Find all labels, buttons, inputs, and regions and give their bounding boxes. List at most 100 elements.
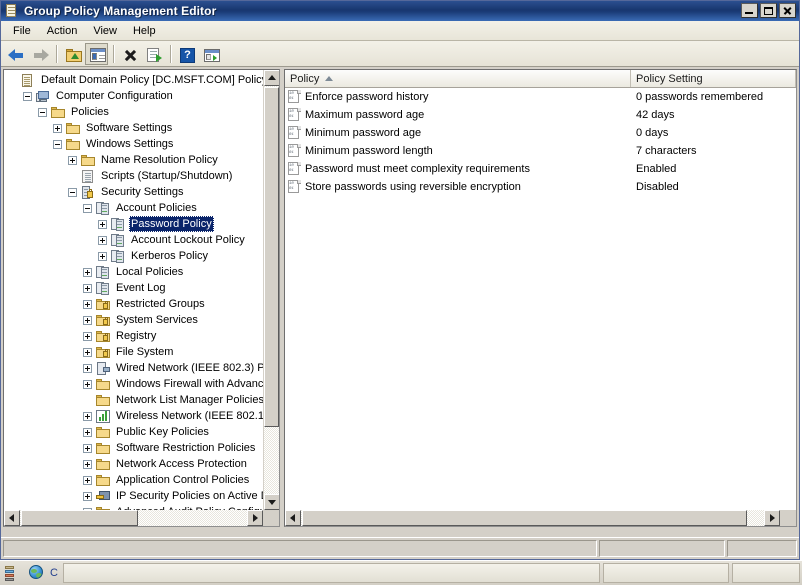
show-hide-console-tree-button[interactable] xyxy=(85,43,108,65)
tree-item[interactable]: Application Control Policies xyxy=(4,472,263,488)
tree-item[interactable]: Wireless Network (IEEE 802.11) Policies xyxy=(4,408,263,424)
tree-item[interactable]: IP Security Policies on Active Directory… xyxy=(4,488,263,504)
expand-plus-icon[interactable] xyxy=(83,268,92,277)
tree-item[interactable]: Security Settings xyxy=(4,184,263,200)
show-desktop-icon[interactable] xyxy=(5,564,23,582)
list-hscroll-thumb[interactable] xyxy=(302,510,747,526)
expand-plus-icon[interactable] xyxy=(98,236,107,245)
menu-view[interactable]: View xyxy=(85,23,125,39)
expand-plus-icon[interactable] xyxy=(83,460,92,469)
tree-item[interactable]: Scripts (Startup/Shutdown) xyxy=(4,168,263,184)
delete-x-icon xyxy=(119,44,140,64)
policy-row[interactable]: 1001Store passwords using reversible enc… xyxy=(285,178,796,196)
maximize-button[interactable] xyxy=(760,3,777,18)
tree-scroll-down-button[interactable] xyxy=(264,494,280,510)
tree-item[interactable]: Wired Network (IEEE 802.3) Policies xyxy=(4,360,263,376)
minimize-button[interactable] xyxy=(741,3,758,18)
tree-vscroll-thumb[interactable] xyxy=(264,87,279,427)
question-mark-icon: ? xyxy=(180,48,195,63)
collapse-minus-icon[interactable] xyxy=(38,108,47,117)
folder-icon xyxy=(65,121,81,136)
tree-item[interactable]: Policies xyxy=(4,104,263,120)
tree-item[interactable]: Default Domain Policy [DC.MSFT.COM] Poli… xyxy=(4,72,263,88)
collapse-minus-icon[interactable] xyxy=(23,92,32,101)
expand-plus-icon[interactable] xyxy=(53,124,62,133)
expand-plus-icon[interactable] xyxy=(83,412,92,421)
show-window-button[interactable] xyxy=(199,43,222,65)
tree-item[interactable]: Name Resolution Policy xyxy=(4,152,263,168)
tree-item[interactable]: Software Settings xyxy=(4,120,263,136)
tree-item[interactable]: Local Policies xyxy=(4,264,263,280)
tree-item[interactable]: Kerberos Policy xyxy=(4,248,263,264)
expand-plus-icon[interactable] xyxy=(98,220,107,229)
tree-vertical-scrollbar[interactable] xyxy=(263,70,279,510)
menu-help[interactable]: Help xyxy=(125,23,164,39)
taskbar-task-button[interactable] xyxy=(63,563,600,583)
expand-plus-icon[interactable] xyxy=(83,316,92,325)
tree-item-label: Wired Network (IEEE 802.3) Policies xyxy=(114,360,263,376)
policy-row[interactable]: 1001Minimum password age0 days xyxy=(285,124,796,142)
column-header-policy[interactable]: Policy xyxy=(285,70,631,87)
collapse-minus-icon[interactable] xyxy=(53,140,62,149)
expand-plus-icon[interactable] xyxy=(83,364,92,373)
ip-security-icon xyxy=(95,489,111,504)
tree-item[interactable]: Public Key Policies xyxy=(4,424,263,440)
tree-item[interactable]: Network List Manager Policies xyxy=(4,392,263,408)
policy-row[interactable]: 1001Minimum password length7 characters xyxy=(285,142,796,160)
tree-item[interactable]: Windows Firewall with Advanced Security xyxy=(4,376,263,392)
tree-item[interactable]: Account Lockout Policy xyxy=(4,232,263,248)
internet-globe-icon[interactable] xyxy=(26,564,44,582)
policy-row[interactable]: 1001Enforce password history0 passwords … xyxy=(285,88,796,106)
back-button[interactable] xyxy=(4,43,27,65)
tree-item[interactable]: File System xyxy=(4,344,263,360)
menu-file[interactable]: File xyxy=(5,23,39,39)
collapse-minus-icon[interactable] xyxy=(83,204,92,213)
expand-plus-icon[interactable] xyxy=(83,492,92,501)
column-header-policy-setting[interactable]: Policy Setting xyxy=(631,70,796,87)
tree-item[interactable]: Computer Configuration xyxy=(4,88,263,104)
tree-item[interactable]: Account Policies xyxy=(4,200,263,216)
list-scroll-left-button[interactable] xyxy=(285,510,301,526)
tree-item[interactable]: Windows Settings xyxy=(4,136,263,152)
tree-horizontal-scrollbar[interactable] xyxy=(4,510,263,526)
title-bar[interactable]: Group Policy Management Editor xyxy=(1,1,799,21)
expand-plus-icon[interactable] xyxy=(83,284,92,293)
up-one-level-button[interactable] xyxy=(61,43,84,65)
export-list-button[interactable] xyxy=(142,43,165,65)
policy-row[interactable]: 1001Maximum password age42 days xyxy=(285,106,796,124)
list-horizontal-scrollbar[interactable] xyxy=(285,510,780,526)
delete-button[interactable] xyxy=(118,43,141,65)
expand-plus-icon[interactable] xyxy=(83,380,92,389)
list-scroll-right-button[interactable] xyxy=(764,510,780,526)
tree-item[interactable]: System Services xyxy=(4,312,263,328)
policy-list[interactable]: 1001Enforce password history0 passwords … xyxy=(285,88,796,510)
tree-item[interactable]: Software Restriction Policies xyxy=(4,440,263,456)
tree-scroll-right-button[interactable] xyxy=(247,510,263,526)
close-button[interactable] xyxy=(779,3,796,18)
expand-plus-icon[interactable] xyxy=(83,444,92,453)
tree-hscroll-thumb[interactable] xyxy=(21,510,138,526)
expand-plus-icon[interactable] xyxy=(83,428,92,437)
tree-item[interactable]: Event Log xyxy=(4,280,263,296)
tree-item[interactable]: Registry xyxy=(4,328,263,344)
expand-plus-icon[interactable] xyxy=(83,476,92,485)
expand-plus-icon[interactable] xyxy=(83,348,92,357)
collapse-minus-icon[interactable] xyxy=(68,188,77,197)
tree-scroll-left-button[interactable] xyxy=(4,510,20,526)
tree-item[interactable]: Network Access Protection xyxy=(4,456,263,472)
list-column-headers: Policy Policy Setting xyxy=(285,70,796,88)
tree-item[interactable]: Password Policy xyxy=(4,216,263,232)
taskbar-tray-area-1[interactable] xyxy=(603,563,729,583)
expand-plus-icon[interactable] xyxy=(98,252,107,261)
expand-plus-icon[interactable] xyxy=(83,300,92,309)
tree-scroll-up-button[interactable] xyxy=(264,70,280,86)
taskbar-tray-area-2[interactable] xyxy=(732,563,800,583)
policy-row[interactable]: 1001Password must meet complexity requir… xyxy=(285,160,796,178)
menu-action[interactable]: Action xyxy=(39,23,86,39)
forward-button[interactable] xyxy=(28,43,51,65)
expand-plus-icon[interactable] xyxy=(83,332,92,341)
tree-item[interactable]: Restricted Groups xyxy=(4,296,263,312)
expand-plus-icon[interactable] xyxy=(68,156,77,165)
help-button[interactable]: ? xyxy=(175,43,198,65)
console-tree[interactable]: Default Domain Policy [DC.MSFT.COM] Poli… xyxy=(4,70,263,510)
